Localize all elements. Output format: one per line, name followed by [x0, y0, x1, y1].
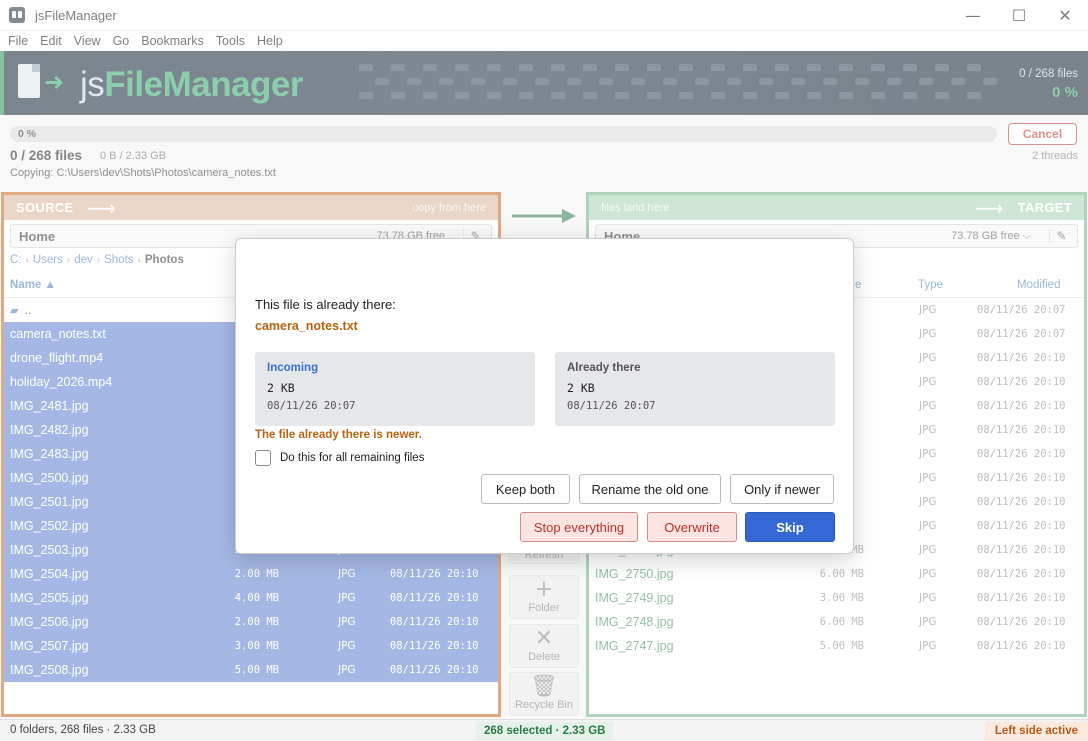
- stop-everything-button[interactable]: Stop everything: [520, 512, 638, 542]
- conflict-filename: camera_notes.txt: [255, 319, 358, 333]
- apply-all-checkbox[interactable]: [255, 450, 271, 466]
- incoming-size: 2 KB: [267, 381, 295, 395]
- only-if-newer-button[interactable]: Only if newer: [730, 474, 834, 504]
- conflict-message: This file is already there:: [255, 297, 396, 312]
- rename-old-button[interactable]: Rename the old one: [579, 474, 721, 504]
- keep-both-button[interactable]: Keep both: [481, 474, 570, 504]
- incoming-file-card: Incoming 2 KB 08/11/26 20:07: [255, 352, 535, 426]
- existing-size: 2 KB: [567, 381, 595, 395]
- status-selected: 268 selected · 2.33 GB: [476, 722, 614, 740]
- status-summary: 0 folders, 268 files · 2.33 GB: [10, 724, 156, 736]
- status-active-side: Left side active: [984, 722, 1088, 740]
- incoming-title: Incoming: [267, 362, 319, 374]
- overwrite-button[interactable]: Overwrite: [647, 512, 737, 542]
- existing-file-card: Already there 2 KB 08/11/26 20:07: [555, 352, 835, 426]
- apply-all-label: Do this for all remaining files: [280, 452, 425, 464]
- newer-warning: The file already there is newer.: [255, 429, 422, 441]
- file-conflict-dialog: This file is already there: camera_notes…: [235, 238, 854, 554]
- apply-to-all-option[interactable]: Do this for all remaining files: [255, 450, 424, 466]
- incoming-date: 08/11/26 20:07: [267, 400, 356, 412]
- status-bar: 0 folders, 268 files · 2.33 GB 268 selec…: [0, 719, 1088, 741]
- existing-title: Already there: [567, 362, 641, 374]
- skip-button[interactable]: Skip: [745, 512, 835, 542]
- existing-date: 08/11/26 20:07: [567, 400, 656, 412]
